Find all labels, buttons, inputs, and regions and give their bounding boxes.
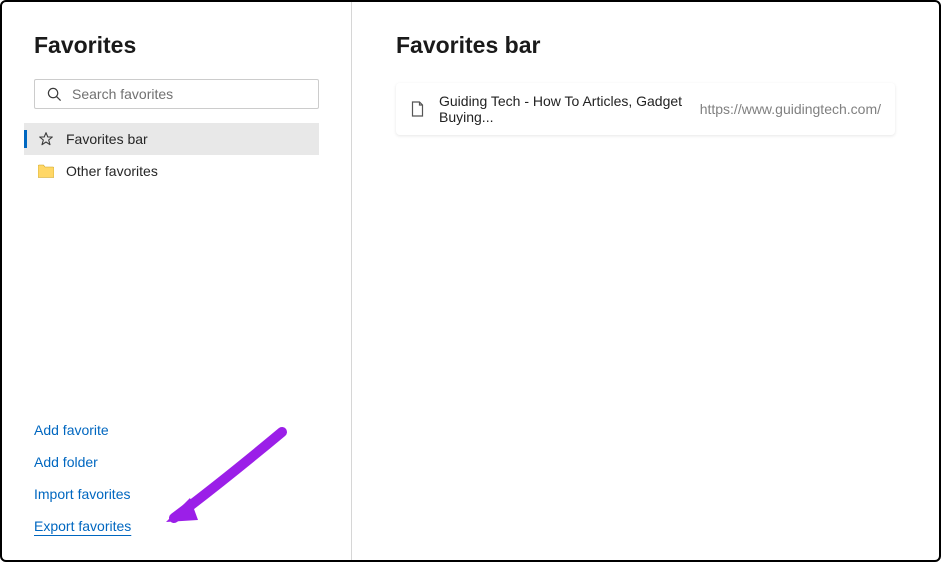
folder-list: Favorites bar Other favorites (2, 123, 351, 187)
bookmark-title: Guiding Tech - How To Articles, Gadget B… (439, 93, 688, 125)
sidebar-item-label: Other favorites (66, 163, 158, 179)
search-icon (47, 87, 62, 102)
page-icon (410, 101, 425, 117)
add-folder-link[interactable]: Add folder (34, 454, 98, 470)
sidebar-item-label: Favorites bar (66, 131, 148, 147)
main-panel: Favorites bar Guiding Tech - How To Arti… (352, 2, 939, 560)
star-icon (38, 131, 54, 147)
import-favorites-link[interactable]: Import favorites (34, 486, 130, 502)
add-favorite-link[interactable]: Add favorite (34, 422, 109, 438)
bookmark-row[interactable]: Guiding Tech - How To Articles, Gadget B… (396, 83, 895, 135)
export-favorites-link[interactable]: Export favorites (34, 518, 131, 534)
sidebar-title: Favorites (34, 32, 319, 59)
sidebar: Favorites Favorites bar Other favorites (2, 2, 352, 560)
main-title: Favorites bar (396, 32, 895, 59)
sidebar-item-favorites-bar[interactable]: Favorites bar (24, 123, 319, 155)
search-input[interactable] (72, 86, 308, 102)
sidebar-item-other-favorites[interactable]: Other favorites (24, 155, 319, 187)
sidebar-actions: Add favorite Add folder Import favorites… (34, 422, 319, 536)
bookmark-url: https://www.guidingtech.com/ (700, 101, 881, 117)
folder-icon (38, 164, 54, 178)
search-box[interactable] (34, 79, 319, 109)
